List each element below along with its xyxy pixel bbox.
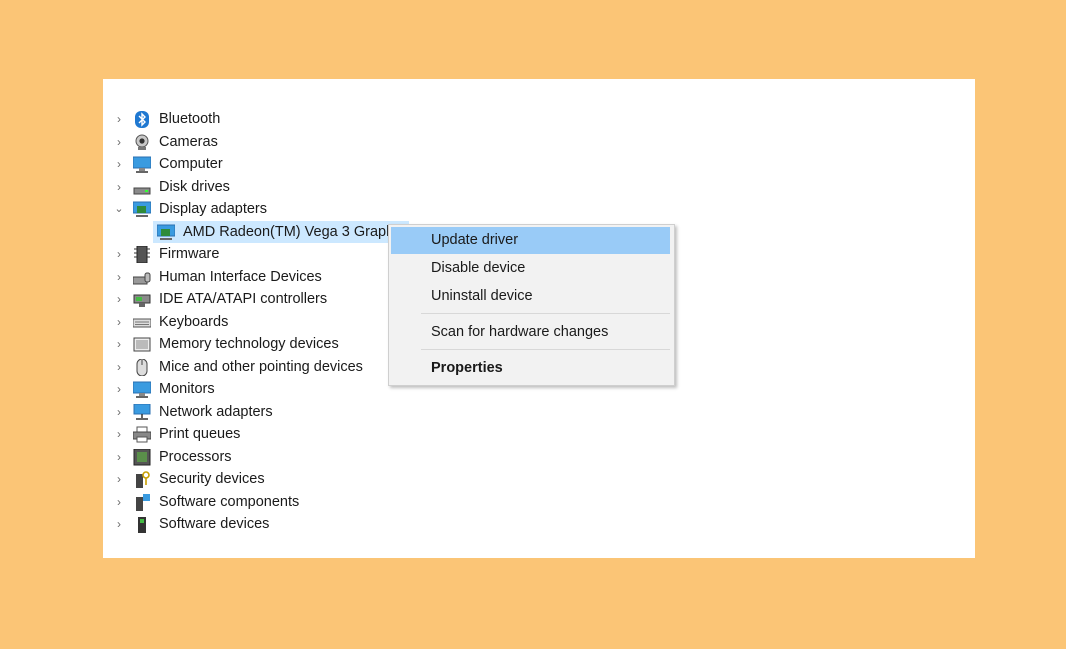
tree-item-print-queues[interactable]: › Print queues (103, 423, 403, 445)
tree-item-label: IDE ATA/ATAPI controllers (159, 291, 328, 307)
menu-item-label: Update driver (431, 232, 519, 248)
menu-item-disable-device[interactable]: Disable device (391, 255, 670, 282)
menu-separator (421, 349, 670, 350)
ide-controller-icon (133, 294, 151, 307)
printer-icon (133, 426, 151, 443)
tree-item-label: Firmware (159, 246, 220, 262)
chevron-right-icon[interactable]: › (114, 266, 124, 288)
chevron-right-icon[interactable]: › (114, 108, 124, 130)
menu-item-uninstall-device[interactable]: Uninstall device (391, 283, 670, 310)
menu-item-update-driver[interactable]: Update driver (391, 227, 670, 254)
tree-item-label: Monitors (159, 381, 215, 397)
tree-item-monitors[interactable]: › Monitors (103, 378, 403, 400)
chevron-right-icon[interactable]: › (114, 356, 124, 378)
chevron-right-icon[interactable]: › (114, 468, 124, 490)
chevron-right-icon[interactable]: › (114, 491, 124, 513)
tree-item-label: Keyboards (159, 313, 229, 330)
menu-item-scan-hardware[interactable]: Scan for hardware changes (391, 319, 670, 346)
chevron-right-icon[interactable]: › (114, 131, 124, 153)
tree-item-label: Security devices (159, 471, 265, 487)
menu-item-label: Scan for hardware changes (431, 324, 609, 340)
network-adapter-icon (133, 403, 151, 420)
bluetooth-icon (135, 111, 149, 128)
firmware-icon (134, 246, 150, 263)
tree-item-bluetooth[interactable]: › Bluetooth (103, 108, 403, 130)
tree-item-label: Cameras (159, 133, 218, 150)
tree-item-keyboards[interactable]: › Keyboards (103, 311, 403, 333)
tree-item-human-interface-devices[interactable]: › Human Interface Devices (103, 266, 403, 288)
tree-item-label: Disk drives (159, 178, 230, 195)
tree-item-label: Network adapters (159, 403, 273, 420)
tree-item-label: Memory technology devices (159, 336, 339, 352)
chevron-right-icon[interactable]: › (114, 333, 124, 355)
tree-item-label: AMD Radeon(TM) Vega 3 Graph (183, 223, 395, 240)
tree-item-amd-radeon[interactable]: AMD Radeon(TM) Vega 3 Graph (103, 220, 413, 243)
tree-item-memory-technology-devices[interactable]: › Memory technology devices (103, 333, 403, 355)
chevron-right-icon[interactable]: › (114, 446, 124, 468)
tree-item-ide-controllers[interactable]: › IDE ATA/ATAPI controllers (103, 288, 403, 310)
chevron-right-icon[interactable]: › (114, 153, 124, 175)
menu-item-properties[interactable]: Properties (391, 355, 670, 382)
tree-item-processors[interactable]: › Processors (103, 446, 403, 468)
software-component-icon (136, 493, 150, 511)
memory-device-icon (133, 337, 151, 352)
context-menu: Update driver Disable device Uninstall d… (388, 224, 675, 386)
tree-item-software-components[interactable]: › Software components (103, 491, 403, 513)
disk-drive-icon (133, 187, 151, 194)
menu-item-label: Disable device (431, 260, 526, 276)
tree-item-display-adapters[interactable]: ⌄ Display adapters (103, 198, 403, 220)
chevron-right-icon[interactable]: › (114, 378, 124, 400)
chevron-right-icon[interactable]: › (114, 401, 124, 423)
tree-item-mice[interactable]: › Mice and other pointing devices (103, 356, 403, 378)
software-device-icon (138, 517, 146, 533)
tree-item-firmware[interactable]: › Firmware (103, 243, 403, 265)
hid-icon (133, 272, 151, 284)
chevron-right-icon[interactable]: › (114, 311, 124, 333)
monitor-icon (133, 381, 151, 398)
chevron-right-icon[interactable]: › (114, 243, 124, 265)
tree-item-disk-drives[interactable]: › Disk drives (103, 176, 403, 198)
tree-item-label: Print queues (159, 426, 241, 442)
display-adapter-icon (157, 224, 175, 240)
chevron-right-icon[interactable]: › (114, 513, 124, 535)
menu-separator (421, 313, 670, 314)
tree-item-network-adapters[interactable]: › Network adapters (103, 401, 403, 423)
chevron-down-icon[interactable]: ⌄ (114, 198, 124, 220)
tree-item-label: Software devices (159, 516, 270, 532)
computer-icon (133, 156, 151, 173)
processor-icon (133, 448, 151, 465)
keyboard-icon (133, 318, 151, 327)
tree-item-label: Display adapters (159, 201, 267, 217)
chevron-right-icon[interactable]: › (114, 288, 124, 310)
tree-item-cameras[interactable]: › Cameras (103, 131, 403, 153)
tree-item-computer[interactable]: › Computer (103, 153, 403, 175)
tree-item-label: Computer (159, 156, 223, 172)
tree-item-label: Software components (159, 493, 300, 510)
menu-item-label: Properties (431, 360, 503, 376)
chevron-right-icon[interactable]: › (114, 176, 124, 198)
security-device-icon (136, 471, 150, 488)
tree-item-label: Bluetooth (159, 111, 221, 127)
tree-item-label: Mice and other pointing devices (159, 358, 363, 375)
chevron-right-icon[interactable]: › (114, 423, 124, 445)
tree-item-label: Human Interface Devices (159, 268, 322, 285)
mouse-icon (136, 358, 148, 376)
tree-item-label: Processors (159, 448, 232, 465)
camera-icon (135, 134, 149, 150)
tree-item-software-devices[interactable]: › Software devices (103, 513, 403, 535)
tree-item-security-devices[interactable]: › Security devices (103, 468, 403, 490)
menu-item-label: Uninstall device (431, 288, 533, 304)
display-adapter-icon (133, 201, 151, 217)
